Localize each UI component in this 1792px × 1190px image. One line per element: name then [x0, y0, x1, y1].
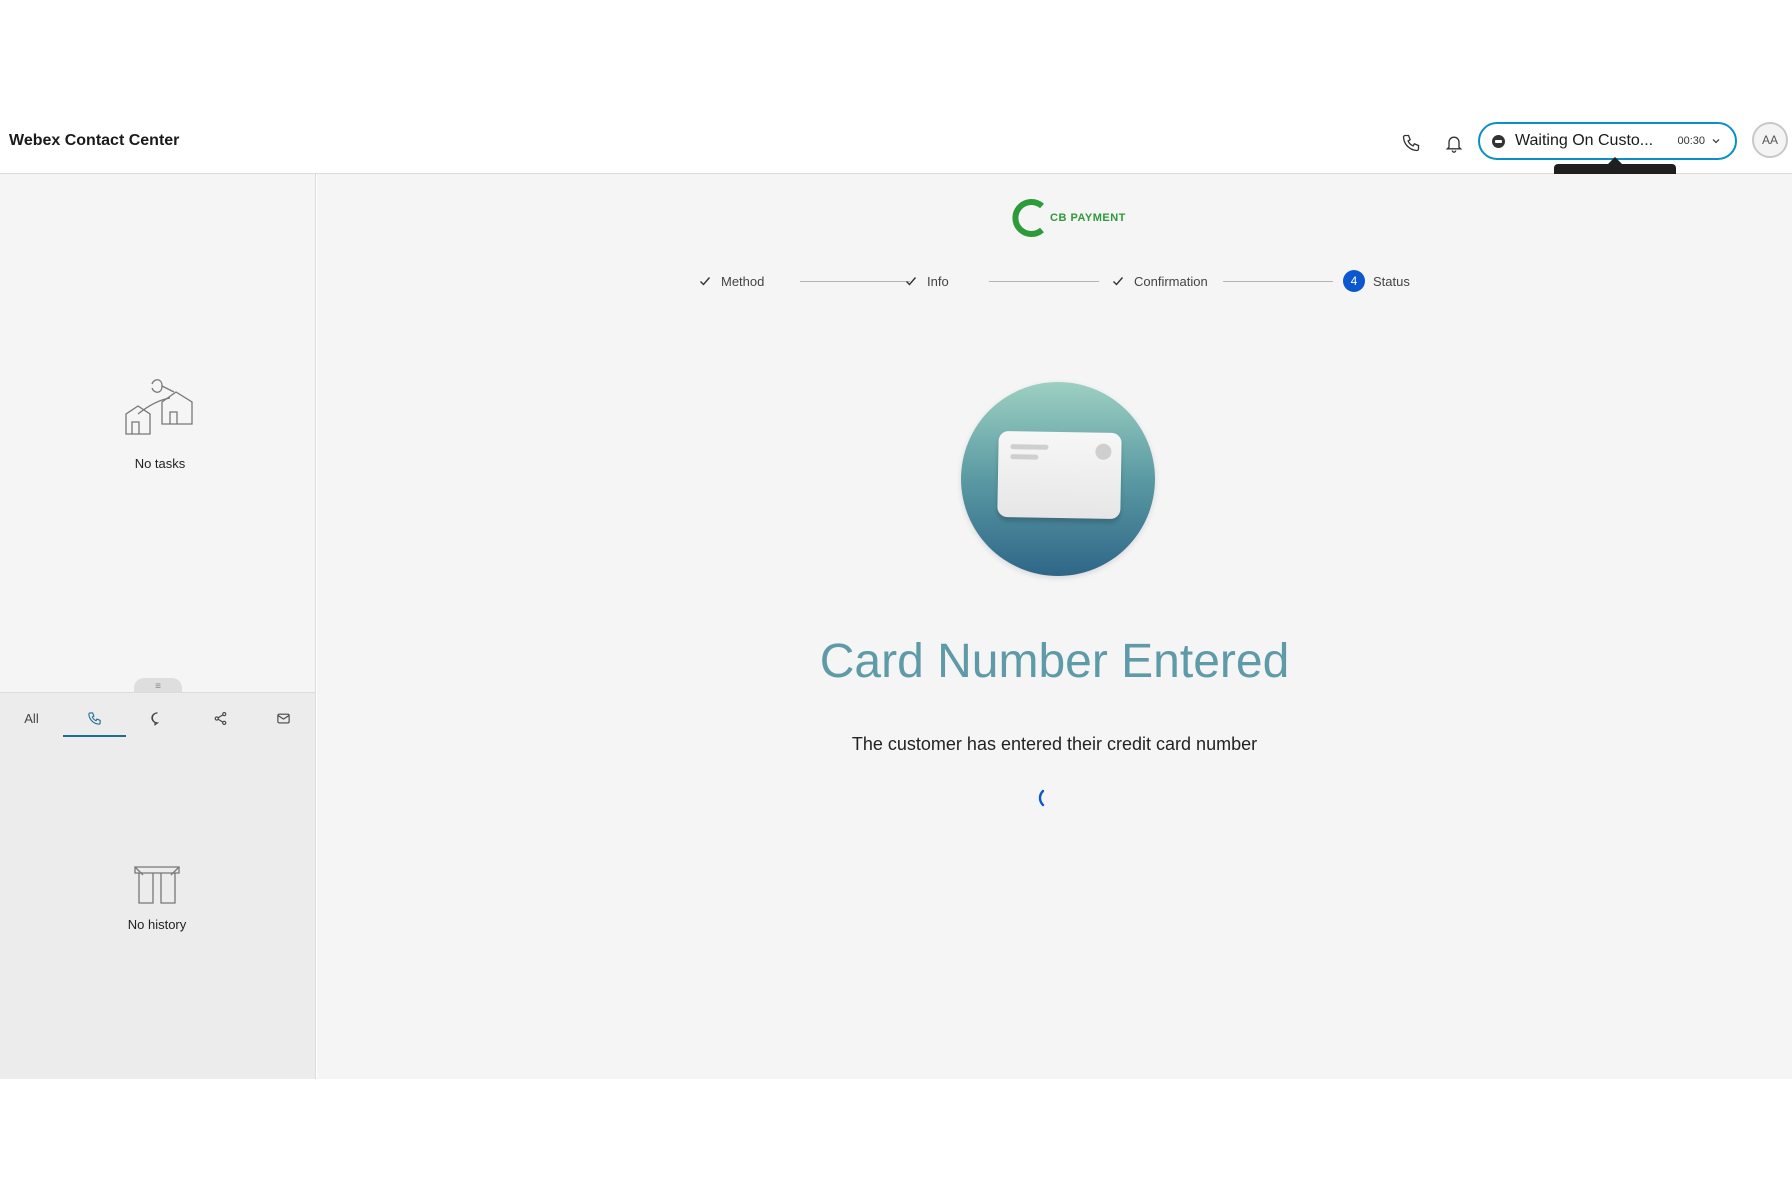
tab-social[interactable] — [189, 693, 252, 743]
availability-state-button[interactable]: Waiting On Custo... 00:30 — [1478, 122, 1737, 160]
no-tasks-label: No tasks — [134, 456, 186, 471]
email-icon — [277, 713, 290, 723]
bell-icon[interactable] — [1441, 130, 1467, 156]
top-bar: Webex Contact Center Waiting On Custo...… — [0, 112, 1792, 198]
status-heading: Card Number Entered — [819, 635, 1290, 688]
no-tasks-empty-state: No tasks — [110, 374, 210, 471]
payment-logo: CB PAYMENT — [1012, 198, 1126, 238]
tab-calls[interactable] — [63, 693, 126, 743]
cb-payment-logo-icon — [1012, 199, 1044, 237]
step-method: Method — [697, 266, 764, 296]
step-label: Confirmation — [1134, 273, 1208, 289]
sidebar: No tasks ≡ All No history — [0, 174, 316, 1079]
history-pane: All No history — [0, 692, 315, 1079]
app-window: Webex Contact Center Waiting On Custo...… — [0, 112, 1792, 1079]
main-content: CB PAYMENT Method Info Confirmation 4 St… — [317, 174, 1792, 1079]
checkmark-icon — [903, 273, 919, 289]
step-number-badge: 4 — [1343, 270, 1365, 292]
status-label: Waiting On Custo... — [1515, 132, 1654, 149]
logo-text: CB PAYMENT — [1050, 212, 1126, 224]
phone-icon[interactable] — [1398, 130, 1424, 156]
status-timer: 00:30 — [1677, 135, 1705, 147]
status-description: The customer has entered their credit ca… — [851, 734, 1258, 754]
app-title: Webex Contact Center — [9, 132, 180, 149]
step-connector — [1223, 281, 1333, 282]
progress-stepper: Method Info Confirmation 4 Status — [697, 266, 1437, 296]
no-history-empty-state: No history — [107, 863, 207, 932]
step-label: Info — [927, 273, 949, 289]
empty-box-icon — [134, 866, 180, 904]
step-connector — [989, 281, 1099, 282]
step-label: Status — [1373, 273, 1410, 289]
checkmark-icon — [697, 273, 713, 289]
checkmark-icon — [1110, 273, 1126, 289]
step-status: 4 Status — [1343, 266, 1410, 296]
credit-card-icon — [997, 430, 1122, 520]
tab-chat[interactable] — [126, 693, 189, 743]
step-confirmation: Confirmation — [1110, 266, 1208, 296]
step-connector — [800, 281, 910, 282]
step-label: Method — [721, 273, 765, 289]
no-history-label: No history — [127, 917, 187, 932]
loading-spinner-icon — [1038, 789, 1045, 807]
avatar[interactable]: AA — [1752, 122, 1788, 158]
tab-email[interactable] — [252, 693, 315, 743]
step-info: Info — [903, 266, 949, 296]
tab-all-label: All — [24, 710, 39, 726]
tasks-pane: No tasks ≡ — [0, 174, 315, 694]
history-filter-tabs: All — [0, 693, 315, 743]
no-tasks-illustration-icon — [125, 379, 193, 435]
chevron-down-icon — [1711, 135, 1723, 147]
credit-card-illustration — [961, 382, 1155, 576]
status-busy-icon — [1492, 134, 1505, 148]
chat-icon — [151, 711, 160, 726]
tab-all[interactable]: All — [0, 693, 63, 743]
share-icon — [214, 711, 227, 725]
phone-icon — [88, 711, 101, 725]
